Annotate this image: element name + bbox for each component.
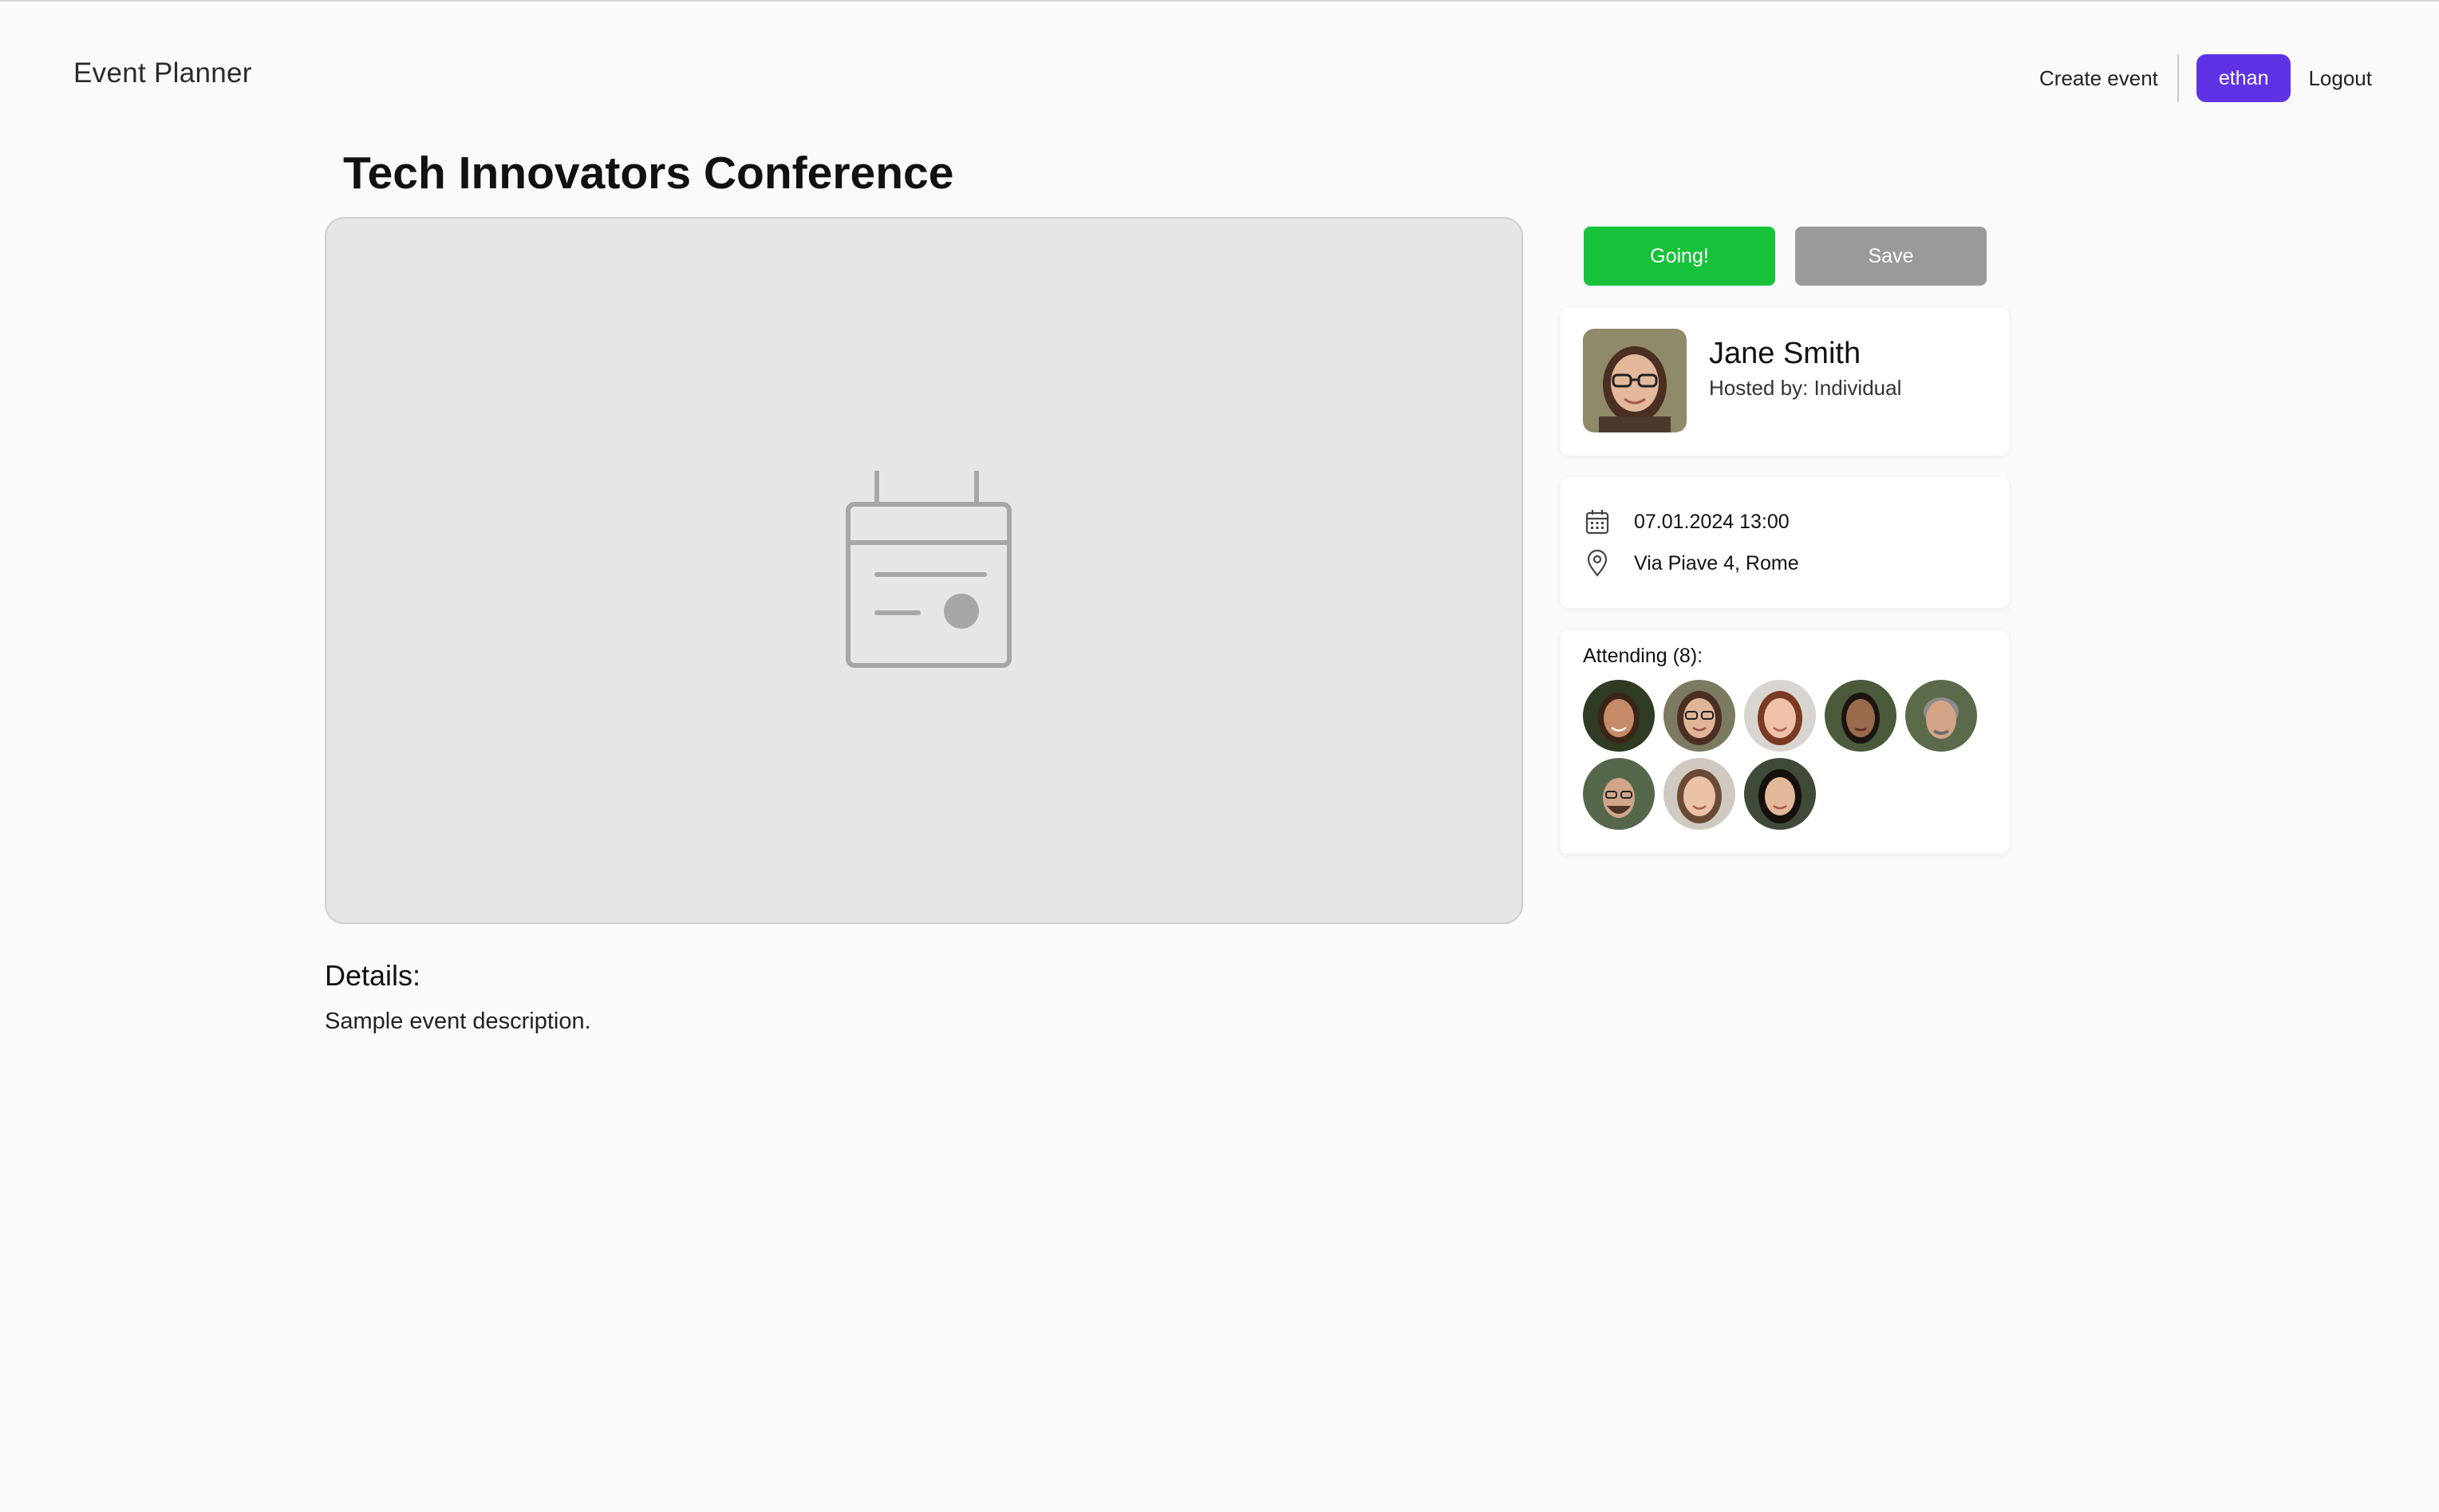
attendee-avatar[interactable] [1663, 758, 1735, 830]
calendar-icon [1583, 507, 1612, 536]
attendee-avatar[interactable] [1583, 758, 1655, 830]
calendar-placeholder-icon [846, 471, 1012, 668]
attendee-avatar[interactable] [1905, 680, 1977, 752]
attendee-avatar[interactable] [1744, 758, 1816, 830]
attendee-avatar[interactable] [1825, 680, 1896, 752]
host-name[interactable]: Jane Smith [1709, 337, 1861, 371]
event-datetime: 07.01.2024 13:00 [1634, 510, 1790, 533]
attendee-avatar[interactable] [1663, 680, 1735, 752]
going-button[interactable]: Going! [1584, 227, 1775, 286]
attendee-avatar[interactable] [1583, 680, 1655, 752]
event-location[interactable]: Via Piave 4, Rome [1634, 552, 1799, 575]
host-avatar[interactable] [1583, 329, 1687, 432]
host-type: Hosted by: Individual [1709, 376, 1902, 400]
date-row: 07.01.2024 13:00 [1583, 507, 1790, 536]
event-image-placeholder [325, 217, 1523, 924]
event-description: Sample event description. [325, 1009, 591, 1034]
app-brand[interactable]: Event Planner [73, 57, 252, 89]
details-heading: Details: [325, 959, 421, 992]
top-nav: Create event ethan Logout [2039, 54, 2372, 102]
create-event-link[interactable]: Create event [2039, 66, 2158, 91]
event-info-card: 07.01.2024 13:00 Via Piave 4, Rome [1561, 477, 2009, 608]
logout-link[interactable]: Logout [2308, 66, 2372, 91]
map-pin-icon [1583, 549, 1612, 578]
attendee-list [1583, 680, 1998, 830]
attendees-card: Attending (8): [1561, 630, 2009, 854]
event-title: Tech Innovators Conference [343, 148, 954, 199]
save-button[interactable]: Save [1795, 227, 1987, 286]
attendee-avatar[interactable] [1744, 680, 1816, 752]
nav-divider [2177, 54, 2179, 102]
attendees-label: Attending (8): [1583, 645, 1703, 667]
location-row: Via Piave 4, Rome [1583, 549, 1799, 578]
user-menu-button[interactable]: ethan [2196, 54, 2291, 102]
host-card: Jane Smith Hosted by: Individual [1561, 308, 2009, 456]
